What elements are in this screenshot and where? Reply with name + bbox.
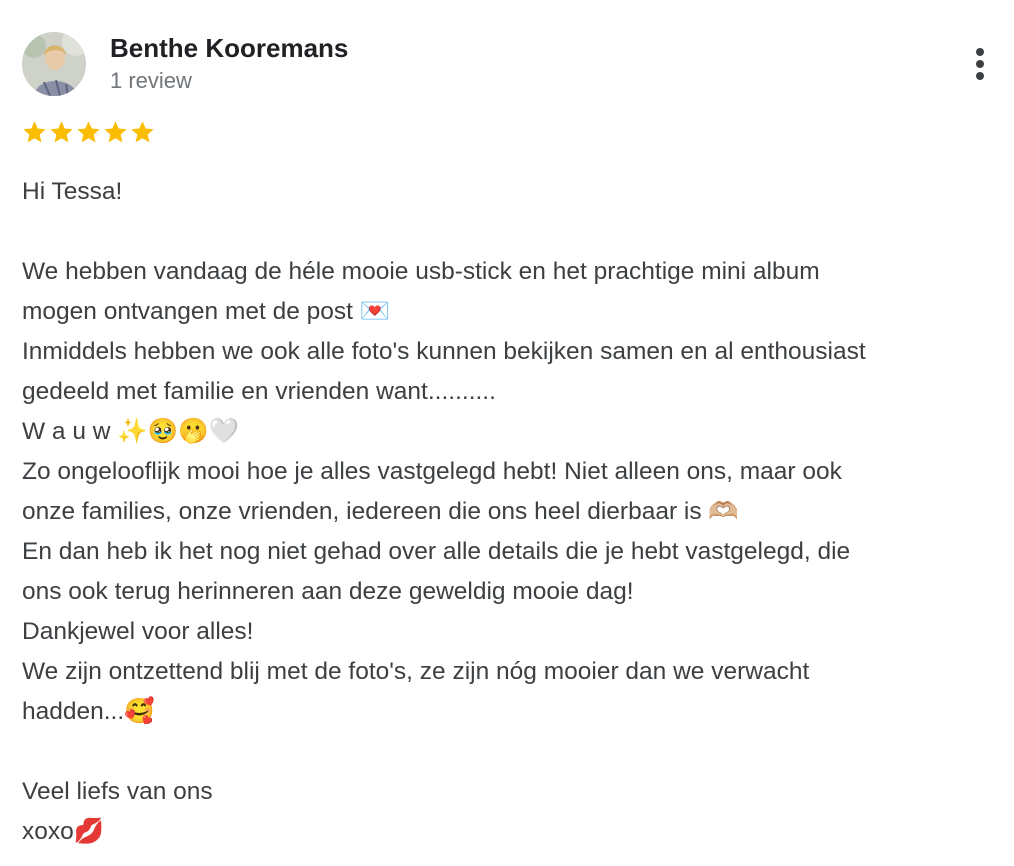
- review-line: We hebben vandaag de héle mooie usb-stic…: [22, 258, 820, 285]
- review-closing: Veel liefs van ons: [22, 778, 213, 805]
- review-text: Hi Tessa! We hebben vandaag de héle mooi…: [22, 172, 1007, 852]
- review-blank-line: [22, 212, 1007, 252]
- reviewer-name[interactable]: Benthe Kooremans: [110, 33, 348, 64]
- review-line: hadden...🥰: [22, 698, 155, 725]
- review-line: mogen ontvangen met de post 💌: [22, 298, 391, 325]
- star-icon: [77, 121, 100, 143]
- star-icon: [131, 121, 154, 143]
- more-options-button[interactable]: [962, 44, 998, 84]
- review-line: Hi Tessa!: [22, 178, 123, 205]
- review-count: 1 review: [110, 68, 192, 93]
- star-icon: [50, 121, 73, 143]
- review-line: We zijn ontzettend blij met de foto's, z…: [22, 658, 810, 685]
- star-rating: [21, 116, 156, 148]
- review-line: gedeeld met familie en vrienden want....…: [22, 378, 496, 405]
- more-vert-icon-dot: [976, 72, 984, 80]
- more-vert-icon: [976, 48, 984, 56]
- more-vert-icon-dot: [976, 60, 984, 68]
- star-icon: [104, 121, 127, 143]
- review-closing: xoxo💋: [22, 818, 105, 845]
- review-line: onze families, onze vrienden, iedereen d…: [22, 498, 739, 525]
- review-line: En dan heb ik het nog niet gehad over al…: [22, 538, 851, 565]
- reviewer-avatar[interactable]: [22, 32, 86, 96]
- review-line: W a u w ✨🥹🫢🤍: [22, 418, 240, 445]
- review-line: ons ook terug herinneren aan deze geweld…: [22, 578, 634, 605]
- review-line: Dankjewel voor alles!: [22, 618, 254, 645]
- star-icon: [23, 121, 46, 143]
- review-card: Benthe Kooremans 1 review Hi Tessa! We h…: [0, 0, 1014, 866]
- avatar-photo-icon: [22, 32, 86, 96]
- review-blank-line: [22, 732, 1007, 772]
- review-line: Zo ongelooflijk mooi hoe je alles vastge…: [22, 458, 842, 485]
- review-line: Inmiddels hebben we ook alle foto's kunn…: [22, 338, 866, 365]
